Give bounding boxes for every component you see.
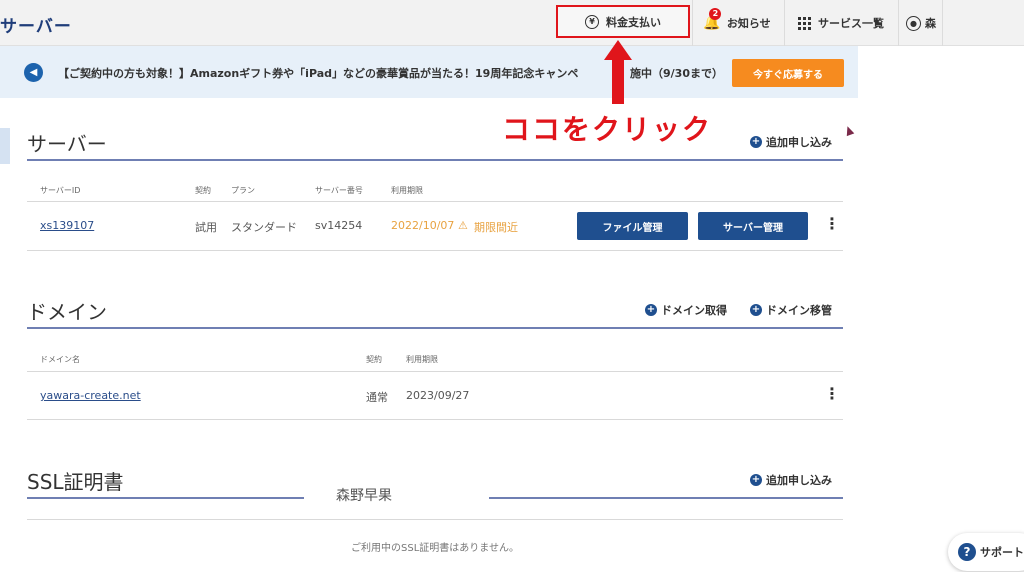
plus-icon: + bbox=[645, 304, 657, 316]
more-icon[interactable]: ⋮ bbox=[824, 386, 840, 402]
domain-period: 2023/09/27 bbox=[406, 389, 470, 402]
support-button[interactable]: ? サポート bbox=[948, 533, 1024, 571]
period-note: 期限間近 bbox=[474, 221, 518, 234]
user-label: 森 bbox=[925, 17, 936, 30]
services-button[interactable]: サービス一覧 bbox=[786, 0, 896, 46]
server-add-link[interactable]: + 追加申し込み bbox=[750, 134, 832, 150]
server-manager-button[interactable]: サーバー管理 bbox=[698, 212, 808, 240]
section-divider bbox=[489, 497, 843, 499]
server-plan: スタンダード bbox=[231, 221, 297, 234]
notice-badge: 2 bbox=[709, 8, 722, 20]
col-contract: 契約 bbox=[195, 186, 211, 195]
user-menu[interactable]: ● 森 bbox=[900, 0, 942, 46]
col-period: 利用期限 bbox=[391, 186, 423, 195]
header-divider bbox=[898, 0, 899, 46]
domain-transfer-label: ドメイン移管 bbox=[766, 304, 832, 317]
row-divider bbox=[27, 419, 843, 420]
domain-contract: 通常 bbox=[366, 391, 388, 404]
grid-icon bbox=[798, 16, 811, 30]
megaphone-icon: ◀ bbox=[24, 63, 43, 82]
domain-transfer-link[interactable]: + ドメイン移管 bbox=[750, 302, 832, 318]
domain-acquire-link[interactable]: + ドメイン取得 bbox=[645, 302, 727, 318]
section-divider bbox=[27, 497, 304, 499]
user-name-watermark: 森野早果 bbox=[336, 488, 392, 504]
user-icon: ● bbox=[906, 15, 921, 31]
col-server-id: サーバーID bbox=[40, 186, 81, 195]
row-divider bbox=[27, 250, 843, 251]
notice-button[interactable]: 🔔 2 お知らせ bbox=[692, 0, 782, 46]
col-domain-name: ドメイン名 bbox=[40, 355, 80, 364]
red-arrow-icon bbox=[604, 40, 632, 104]
brand-title[interactable]: サーバー bbox=[0, 12, 72, 37]
server-add-label: 追加申し込み bbox=[766, 136, 832, 149]
ssl-empty-message: ご利用中のSSL証明書はありません。 bbox=[351, 543, 519, 554]
row-divider bbox=[27, 519, 843, 520]
warning-icon: ⚠ bbox=[458, 219, 468, 232]
help-icon: ? bbox=[958, 543, 976, 561]
header-divider bbox=[784, 0, 785, 46]
section-divider bbox=[27, 327, 843, 329]
plus-icon: + bbox=[750, 136, 762, 148]
ssl-add-link[interactable]: + 追加申し込み bbox=[750, 472, 832, 488]
domain-name-link[interactable]: yawara-create.net bbox=[40, 389, 141, 402]
file-manager-button[interactable]: ファイル管理 bbox=[577, 212, 688, 240]
plus-icon: + bbox=[750, 304, 762, 316]
plus-icon: + bbox=[750, 474, 762, 486]
col-plan: プラン bbox=[231, 186, 255, 195]
header-divider bbox=[942, 0, 943, 46]
server-period: 2022/10/07 bbox=[391, 219, 455, 232]
bell-icon: 🔔 2 bbox=[703, 8, 722, 31]
click-here-annotation: ココをクリック bbox=[502, 113, 713, 146]
domain-section-title: ドメイン bbox=[27, 300, 107, 324]
banner-text-tail[interactable]: 施中（9/30まで） bbox=[630, 65, 723, 81]
campaign-banner: ◀ 【ご契約中の方も対象！】Amazonギフト券や「iPad」などの豪華賞品が当… bbox=[0, 46, 858, 98]
section-divider bbox=[27, 159, 843, 161]
yen-icon: ¥ bbox=[585, 14, 599, 29]
apply-now-button[interactable]: 今すぐ応募する bbox=[732, 59, 844, 87]
col-server-no: サーバー番号 bbox=[315, 186, 363, 195]
left-accent-bar bbox=[0, 128, 10, 164]
server-contract: 試用 bbox=[195, 221, 217, 234]
row-divider bbox=[27, 371, 843, 372]
banner-text[interactable]: 【ご契約中の方も対象！】Amazonギフト券や「iPad」などの豪華賞品が当たる… bbox=[58, 65, 578, 81]
domain-acquire-label: ドメイン取得 bbox=[661, 304, 727, 317]
services-label: サービス一覧 bbox=[818, 17, 884, 30]
support-label: サポート bbox=[980, 546, 1024, 559]
ssl-add-label: 追加申し込み bbox=[766, 474, 832, 487]
more-icon[interactable]: ⋮ bbox=[824, 216, 840, 232]
mouse-cursor-icon bbox=[843, 124, 855, 137]
notice-label: お知らせ bbox=[726, 17, 771, 30]
payment-button[interactable]: ¥ 料金支払い bbox=[556, 5, 690, 38]
row-divider bbox=[27, 201, 843, 202]
server-id-link[interactable]: xs139107 bbox=[40, 219, 94, 232]
col-domain-period: 利用期限 bbox=[406, 355, 438, 364]
server-number: sv14254 bbox=[315, 219, 363, 232]
ssl-section-title: SSL証明書 bbox=[27, 470, 124, 494]
col-domain-contract: 契約 bbox=[366, 355, 382, 364]
server-section-title: サーバー bbox=[27, 132, 107, 156]
top-header: サーバー ¥ 料金支払い 🔔 2 お知らせ サービス一覧 ● 森 bbox=[0, 0, 1024, 46]
payment-label: 料金支払い bbox=[606, 15, 661, 29]
